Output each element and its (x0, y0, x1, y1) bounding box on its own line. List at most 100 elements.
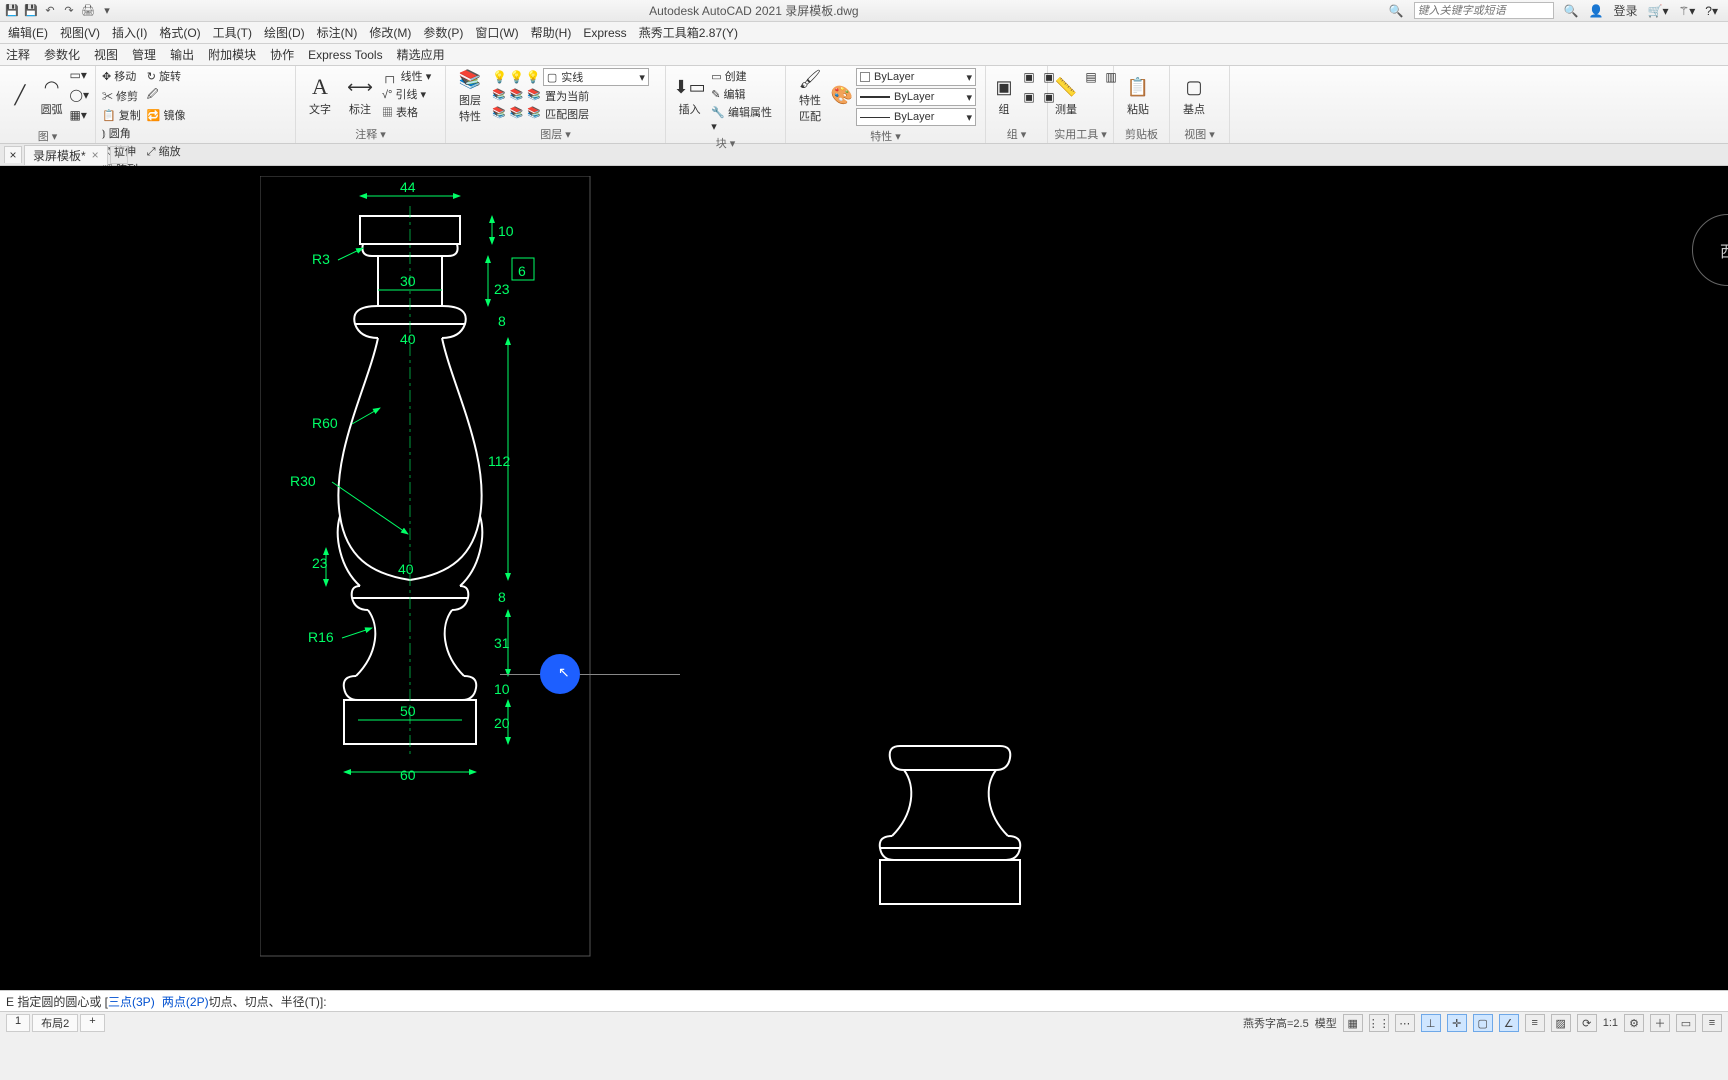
menu-window[interactable]: 窗口(W) (475, 24, 518, 41)
otrack-toggle[interactable]: ∠ (1499, 1014, 1519, 1032)
menu-param[interactable]: 参数(P) (423, 24, 463, 41)
rotate-button[interactable]: ↻ 旋转 (147, 68, 186, 84)
color-wheel-icon[interactable]: 🎨 (832, 68, 852, 124)
tab-view[interactable]: 视图 (94, 46, 118, 63)
util-icon-a[interactable]: ▤ (1082, 68, 1100, 86)
pencil-icon[interactable]: 🖉 (147, 86, 186, 105)
user-icon[interactable]: 👤 (1589, 4, 1604, 18)
cmd-2p[interactable]: 两点(2P) (162, 993, 209, 1010)
menu-view[interactable]: 视图(V) (60, 24, 100, 41)
save-icon[interactable]: 💾 (4, 3, 20, 19)
hatch-icon[interactable]: ▦▾ (70, 108, 89, 126)
new-tab-button[interactable]: + (110, 146, 128, 164)
block-editattr-button[interactable]: 🔧 编辑属性 ▾ (711, 104, 779, 133)
command-line[interactable]: E 指定圆的圆心或 [ 三点(3P) 两点(2P) 切点、切点、半径(T)]: (0, 990, 1728, 1012)
block-create-button[interactable]: ▭ 创建 (711, 68, 779, 84)
gear-icon[interactable]: ⚙ (1624, 1014, 1644, 1032)
saveas-icon[interactable]: 💾 (23, 3, 39, 19)
dim-button[interactable]: ⟷标注 (342, 68, 378, 124)
menu-tools[interactable]: 工具(T) (213, 24, 252, 41)
color-combo[interactable]: ByLayer▾ (856, 68, 976, 86)
more-toggle[interactable]: ⋯ (1395, 1014, 1415, 1032)
menu-express[interactable]: Express (583, 26, 626, 40)
tab-output[interactable]: 输出 (170, 46, 194, 63)
cart-icon[interactable]: 🛒▾ (1648, 4, 1669, 18)
move-button[interactable]: ✥ 移动 (102, 68, 141, 84)
copy-button[interactable]: 📋 复制 (102, 107, 141, 123)
scale-button[interactable]: 1:1 (1603, 1017, 1618, 1029)
circle-icon[interactable]: ◯▾ (70, 88, 89, 106)
cmd-3p[interactable]: 三点(3P) (108, 993, 155, 1010)
mirror-button[interactable]: 🔁 镜像 (147, 107, 186, 123)
lyr-icon-c[interactable]: 📚 (527, 106, 541, 122)
tab-collab[interactable]: 协作 (270, 46, 294, 63)
tab-express-tools[interactable]: Express Tools (308, 48, 382, 62)
menu-draw[interactable]: 绘图(D) (264, 24, 305, 41)
match-layer-button[interactable]: 匹配图层 (545, 106, 589, 122)
layer-props-button[interactable]: 📚图层 特性 (452, 68, 488, 124)
matchprop-button[interactable]: 🖌特性 匹配 (792, 68, 828, 124)
layer-combo[interactable]: ▢实线▾ (543, 68, 649, 86)
lineweight-combo[interactable]: ByLayer▾ (856, 88, 976, 106)
tab-manage[interactable]: 管理 (132, 46, 156, 63)
view-cube[interactable]: 西 (1692, 214, 1728, 286)
search-input[interactable] (1414, 2, 1554, 19)
match-layer2-icon[interactable]: 📚 (510, 88, 524, 104)
drawing-canvas[interactable]: 44 10 R3 6 30 23 8 40 R60 R30 112 23 (0, 166, 1728, 990)
bulb-icon[interactable]: 💡 (492, 70, 507, 84)
menu-yanxiu[interactable]: 燕秀工具箱2.87(Y) (639, 24, 738, 41)
snap-toggle[interactable]: ⋮⋮ (1369, 1014, 1389, 1032)
insert-button[interactable]: ⬇▭插入 (672, 68, 707, 124)
table-button[interactable]: ▦ 表格 (382, 104, 431, 120)
linear-button[interactable]: ┌┐ 线性 ▾ (382, 68, 431, 84)
text-button[interactable]: A文字 (302, 68, 338, 124)
undo-icon[interactable]: ↶ (42, 3, 58, 19)
layout-tab-2[interactable]: 布局2 (32, 1014, 78, 1032)
sun-icon[interactable]: 💡 (509, 70, 524, 84)
redo-icon[interactable]: ↷ (61, 3, 77, 19)
leader-button[interactable]: √° 引线 ▾ (382, 86, 431, 102)
menu-edit[interactable]: 编辑(E) (8, 24, 48, 41)
group-icon-c[interactable]: ▣ (1020, 88, 1038, 106)
tab-annotate[interactable]: 注释 (6, 46, 30, 63)
trim-button[interactable]: ✂ 修剪 (102, 86, 141, 105)
paste-button[interactable]: 📋粘贴 (1120, 68, 1156, 124)
line-button[interactable]: ╱ (6, 68, 34, 124)
login-button[interactable]: 登录 (1614, 2, 1638, 19)
lyr-icon-b[interactable]: 📚 (510, 106, 524, 122)
help-icon[interactable]: ?▾ (1705, 4, 1718, 18)
menu-dimension[interactable]: 标注(N) (317, 24, 358, 41)
measure-button[interactable]: 📏测量 (1054, 68, 1078, 124)
ortho-toggle[interactable]: ⊥ (1421, 1014, 1441, 1032)
scale-button[interactable]: ⤢ 缩放 (147, 143, 186, 159)
linetype-combo[interactable]: ByLayer▾ (856, 108, 976, 126)
model-button[interactable]: 模型 (1315, 1015, 1337, 1031)
tab-featured[interactable]: 精选应用 (397, 46, 445, 63)
transparency-toggle[interactable]: ▨ (1551, 1014, 1571, 1032)
menu-help[interactable]: 帮助(H) (531, 24, 572, 41)
group-icon-a[interactable]: ▣ (1020, 68, 1038, 86)
close-icon[interactable]: × (92, 148, 99, 162)
layout-tab-1[interactable]: 1 (6, 1014, 30, 1032)
match-layer1-icon[interactable]: 📚 (492, 88, 506, 104)
tab-parametric[interactable]: 参数化 (44, 46, 80, 63)
document-tab[interactable]: 录屏模板* × (24, 145, 108, 165)
rect-icon[interactable]: ▭▾ (70, 68, 89, 86)
start-tab-close[interactable]: × (4, 146, 22, 163)
match-layer3-icon[interactable]: 📚 (527, 88, 541, 104)
tab-addins[interactable]: 附加模块 (208, 46, 256, 63)
max-icon[interactable]: ▭ (1676, 1014, 1696, 1032)
search-go-icon[interactable]: 🔍 (1564, 4, 1579, 18)
set-current-button[interactable]: 置为当前 (545, 88, 589, 104)
fillet-button[interactable]: ⦆ 圆角 (102, 125, 141, 141)
freeze-icon[interactable]: 💡 (526, 70, 541, 84)
cyc-toggle[interactable]: ⟳ (1577, 1014, 1597, 1032)
menu-modify[interactable]: 修改(M) (369, 24, 411, 41)
menu-format[interactable]: 格式(O) (159, 24, 200, 41)
base-button[interactable]: ▢基点 (1176, 68, 1212, 124)
group-button[interactable]: ▣组 (992, 68, 1016, 124)
customize-icon[interactable]: ≡ (1702, 1014, 1722, 1032)
block-edit-button[interactable]: ✎ 编辑 (711, 86, 779, 102)
layout-tab-plus[interactable]: + (80, 1014, 104, 1032)
arc-button[interactable]: ◠圆弧 (38, 68, 66, 124)
